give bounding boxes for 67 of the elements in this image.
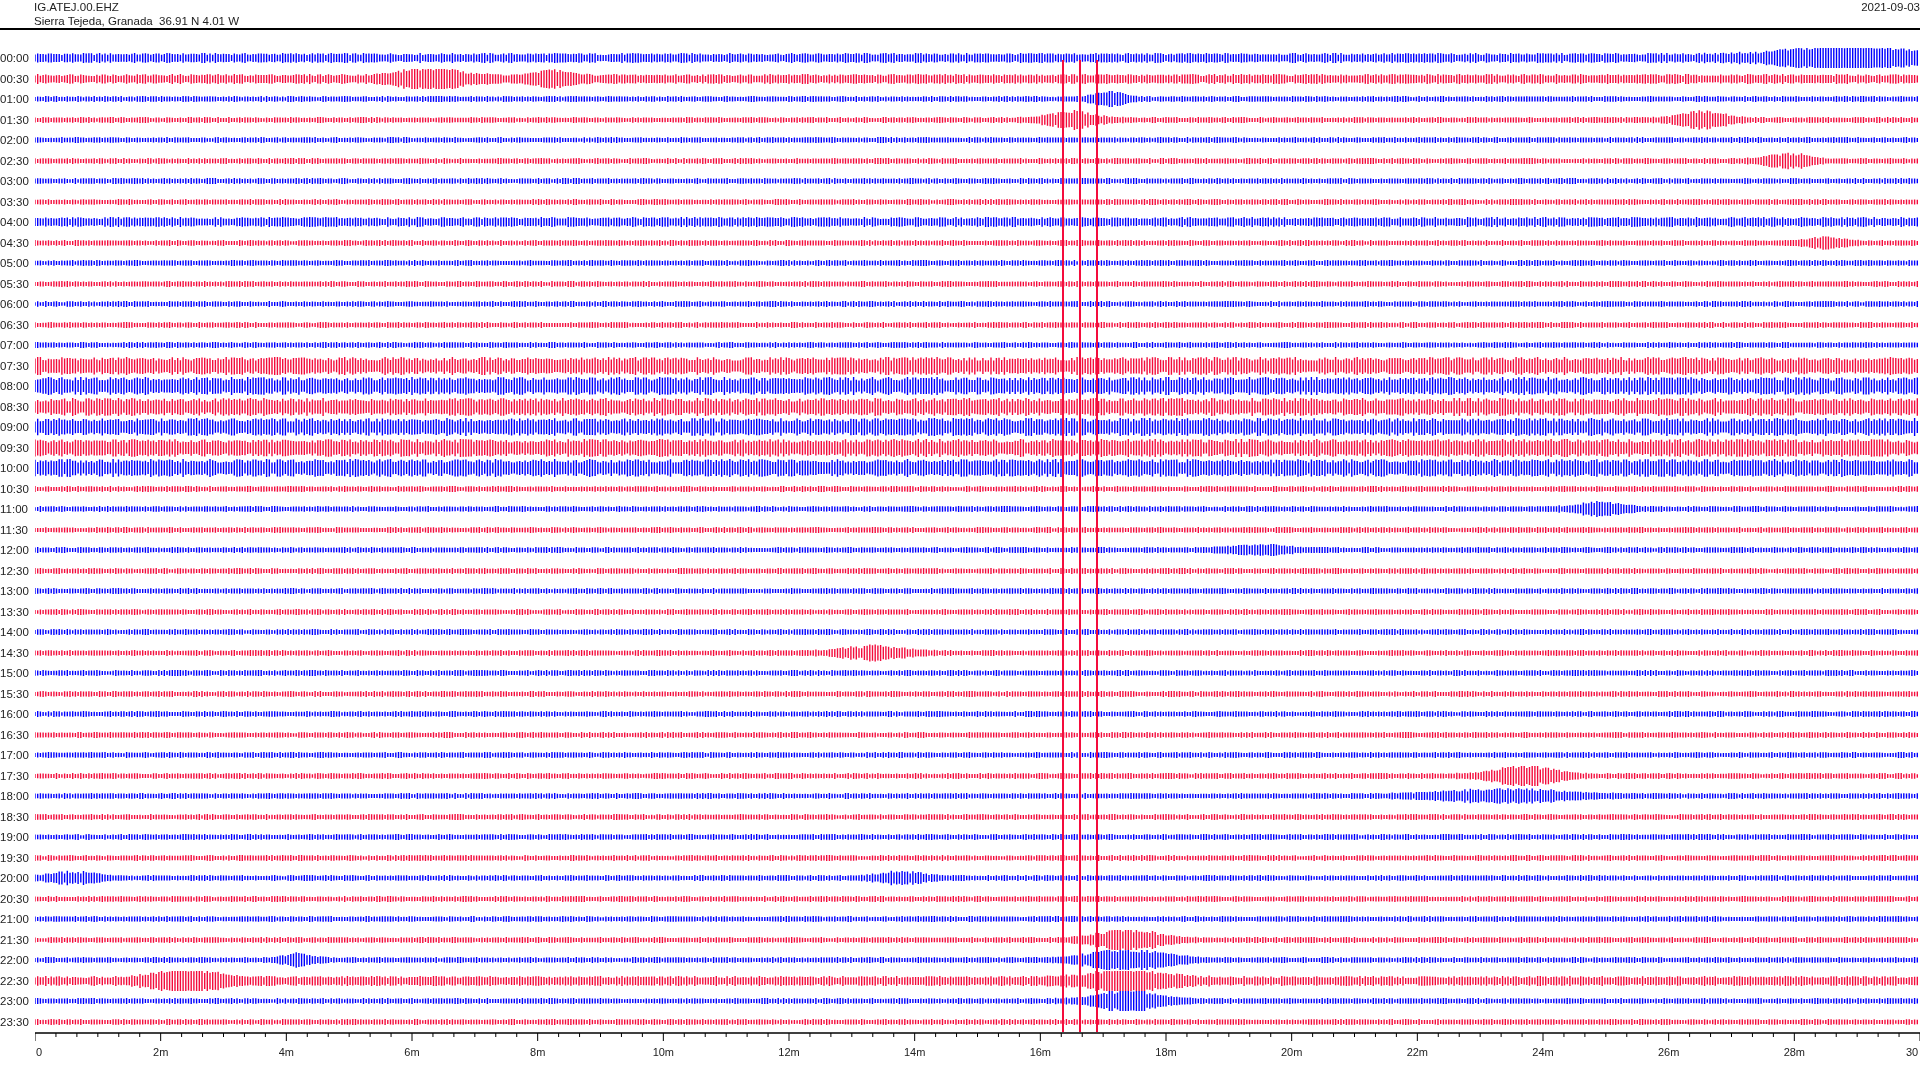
time-label: 23:00 [0, 995, 30, 1008]
time-label: 02:30 [0, 154, 30, 167]
time-label: 22:00 [0, 954, 30, 967]
axis-tick-label: 2m [153, 1046, 169, 1058]
time-label: 00:00 [0, 52, 30, 65]
time-label: 08:00 [0, 380, 30, 393]
time-label: 02:00 [0, 134, 30, 147]
axis-tick-label: 6m [404, 1046, 420, 1058]
axis-tick-label: 20m [1280, 1046, 1303, 1058]
time-label: 17:00 [0, 749, 30, 762]
time-label: 20:00 [0, 872, 30, 885]
axis-tick-label: 4m [278, 1046, 294, 1058]
time-label: 03:00 [0, 175, 30, 188]
axis-tick-label: 22m [1406, 1046, 1429, 1058]
time-label: 10:30 [0, 482, 30, 495]
time-label: 15:30 [0, 687, 30, 700]
time-label: 05:30 [0, 277, 30, 290]
time-label: 21:00 [0, 913, 30, 926]
time-label: 13:00 [0, 585, 30, 598]
time-label: 07:30 [0, 359, 30, 372]
time-label: 12:30 [0, 564, 30, 577]
time-label: 03:30 [0, 195, 30, 208]
time-label: 06:00 [0, 298, 30, 311]
axis-tick-label: 26m [1657, 1046, 1680, 1058]
time-label: 12:00 [0, 544, 30, 557]
time-label: 04:00 [0, 216, 30, 229]
time-label: 19:00 [0, 831, 30, 844]
time-label: 06:30 [0, 318, 30, 331]
axis-tick-label: 24m [1532, 1046, 1554, 1058]
time-label: 04:30 [0, 236, 30, 249]
station-code: IG.ATEJ.00.EHZ [34, 0, 120, 14]
axis-tick-label: 28m [1783, 1046, 1806, 1058]
time-label: 11:30 [0, 523, 29, 536]
axis-tick-label: 16m [1029, 1046, 1052, 1058]
axis-tick-label: 12m [778, 1046, 800, 1058]
time-label: 09:30 [0, 441, 30, 454]
time-label: 11:00 [0, 503, 29, 516]
date-label: 2021-09-03 [1861, 0, 1920, 15]
time-label: 01:00 [0, 93, 30, 106]
axis-tick-label: 30 [1905, 1046, 1919, 1058]
station-location: Sierra Tejeda, Granada 36.91 N 4.01 W [34, 14, 239, 28]
time-label: 22:30 [0, 974, 30, 987]
time-label: 17:30 [0, 769, 30, 782]
time-label: 08:30 [0, 400, 30, 413]
time-label: 19:30 [0, 851, 30, 864]
time-label: 23:30 [0, 1015, 30, 1028]
time-label: 00:30 [0, 72, 30, 85]
time-label: 14:30 [0, 646, 30, 659]
axis-tick-label: 14m [903, 1046, 926, 1058]
time-label: 09:00 [0, 421, 30, 434]
time-label: 18:00 [0, 790, 30, 803]
time-label: 05:00 [0, 257, 30, 270]
axis-tick-label: 8m [530, 1046, 546, 1058]
time-label: 01:30 [0, 113, 30, 126]
time-label: 16:30 [0, 728, 30, 741]
time-label: 10:00 [0, 462, 30, 475]
time-label: 13:30 [0, 605, 30, 618]
time-label: 16:00 [0, 708, 30, 721]
axis-tick-label: 10m [652, 1046, 675, 1058]
time-label: 14:00 [0, 626, 30, 639]
time-label: 18:30 [0, 810, 30, 823]
axis-tick-label: 18m [1155, 1046, 1177, 1058]
time-label: 15:00 [0, 667, 30, 680]
time-label: 21:30 [0, 933, 30, 946]
time-label: 07:00 [0, 339, 30, 352]
time-label: 20:30 [0, 892, 30, 905]
axis-tick-label: 0 [35, 1046, 43, 1058]
